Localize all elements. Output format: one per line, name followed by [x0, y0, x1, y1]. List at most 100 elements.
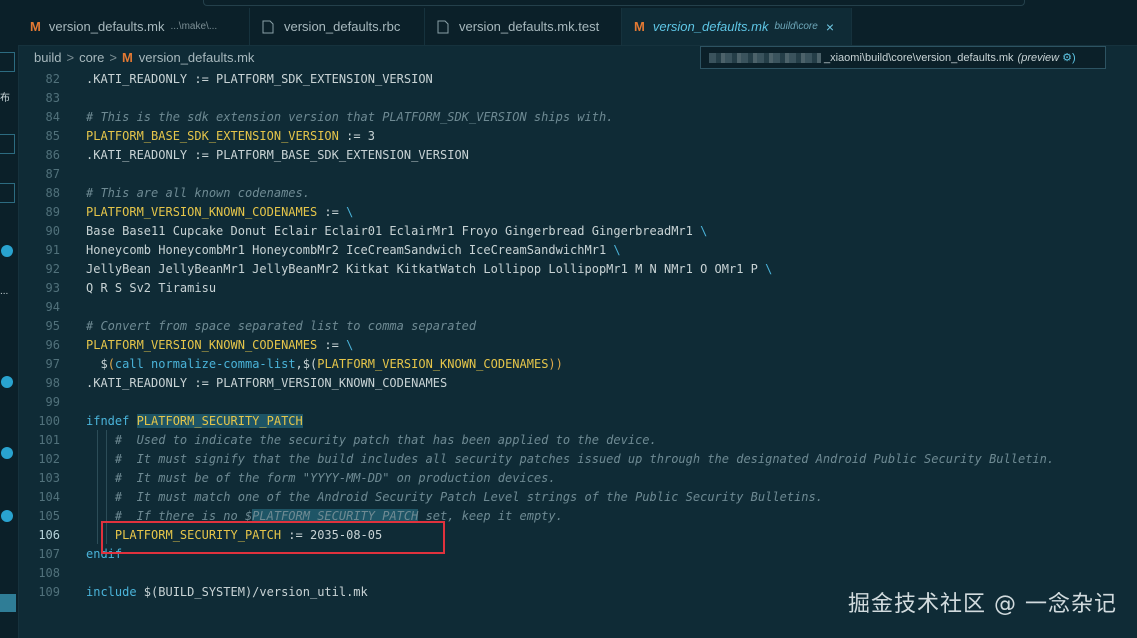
blurred-path — [709, 52, 821, 63]
makefile-icon: M — [30, 19, 41, 34]
gear-icon[interactable]: ⚙) — [1062, 51, 1076, 64]
tab-title: version_defaults.rbc — [284, 19, 401, 34]
line-code: # This is the sdk extension version that… — [86, 108, 613, 127]
activity-box[interactable] — [0, 183, 15, 203]
code-token: # It must signify that the build include… — [86, 452, 1055, 466]
code-line[interactable]: 97 $(call normalize-comma-list,$(PLATFOR… — [18, 355, 1137, 374]
activity-label: ... — [0, 286, 9, 297]
code-token: # Convert from space separated list to c… — [86, 319, 477, 333]
code-token: # This is the sdk extension version that… — [86, 110, 614, 124]
line-code: include $(BUILD_SYSTEM)/version_util.mk — [86, 583, 368, 602]
line-code: # It must signify that the build include… — [86, 450, 1054, 469]
line-code: .KATI_READONLY := PLATFORM_VERSION_KNOWN… — [86, 374, 447, 393]
code-token: # This are all known codenames. — [86, 186, 310, 200]
account-icon[interactable] — [1, 510, 13, 522]
code-line[interactable]: 103 # It must be of the form "YYYY-MM-DD… — [18, 469, 1137, 488]
tab-version-defaults-rbc[interactable]: version_defaults.rbc — [250, 8, 425, 45]
activity-box[interactable] — [0, 52, 15, 72]
code-line[interactable]: 101 # Used to indicate the security patc… — [18, 431, 1137, 450]
tab-hint: build\core — [774, 21, 818, 32]
tab-version-defaults-mk-test[interactable]: version_defaults.mk.test — [425, 8, 622, 45]
line-number: 96 — [45, 338, 60, 352]
code-line[interactable]: 88 # This are all known codenames. — [18, 184, 1137, 203]
line-code: Base Base11 Cupcake Donut Eclair Eclair0… — [86, 222, 707, 241]
line-number: 105 — [38, 509, 60, 523]
code-token: PLATFORM_SECURITY_PATCH — [136, 414, 303, 428]
code-token: include — [86, 585, 144, 599]
tab-version-defaults-core[interactable]: M version_defaults.mk build\core × — [622, 8, 852, 45]
code-line[interactable]: 94 — [18, 298, 1137, 317]
breadcrumb-item-build[interactable]: build — [34, 50, 61, 65]
line-code: # Convert from space separated list to c… — [86, 317, 476, 336]
code-line[interactable]: 87 — [18, 165, 1137, 184]
code-token: := — [317, 205, 347, 219]
tooltip-path: _xiaomi\build\core\version_defaults.mk — [824, 51, 1014, 64]
account-icon[interactable] — [1, 245, 13, 257]
line-number: 99 — [45, 395, 60, 409]
code-token: PLATFORM_BASE_SDK_EXTENSION_VERSION — [86, 129, 339, 143]
code-token: ( — [107, 357, 115, 371]
code-token: PLATFORM_VERSION_KNOWN_CODENAMES — [86, 205, 318, 219]
code-line[interactable]: 108 — [18, 564, 1137, 583]
code-line[interactable]: 90 Base Base11 Cupcake Donut Eclair Eclai… — [18, 222, 1137, 241]
line-code: # Used to indicate the security patch th… — [86, 431, 657, 450]
activity-box[interactable] — [0, 134, 15, 154]
command-center[interactable] — [203, 0, 1025, 6]
code-token: .KATI_READONLY := PLATFORM_VERSION_KNOWN… — [86, 376, 448, 390]
code-token: call normalize-comma-list — [114, 357, 296, 371]
line-code: # It must be of the form "YYYY-MM-DD" on… — [86, 469, 556, 488]
makefile-icon: M — [634, 19, 645, 34]
line-code: PLATFORM_BASE_SDK_EXTENSION_VERSION := 3 — [86, 127, 375, 146]
account-icon[interactable] — [1, 447, 13, 459]
line-code: JellyBean JellyBeanMr1 JellyBeanMr2 Kitk… — [86, 260, 772, 279]
account-icon[interactable] — [1, 376, 13, 388]
line-number: 100 — [38, 414, 60, 428]
tab-hint: ...\make\... — [170, 21, 218, 32]
breadcrumb-item-file[interactable]: version_defaults.mk — [139, 50, 255, 65]
code-token: ,$( — [295, 357, 318, 371]
breadcrumb-item-core[interactable]: core — [79, 50, 104, 65]
activity-selected[interactable] — [0, 594, 16, 612]
code-token: $ — [86, 357, 108, 371]
code-line[interactable]: 82 .KATI_READONLY := PLATFORM_SDK_EXTENSI… — [18, 70, 1137, 89]
chevron-right-icon: > — [109, 49, 117, 65]
code-token: .KATI_READONLY := PLATFORM_SDK_EXTENSION… — [86, 72, 433, 86]
code-line[interactable]: 95 # Convert from space separated list to… — [18, 317, 1137, 336]
code-line[interactable]: 91 Honeycomb HoneycombMr1 HoneycombMr2 Ic… — [18, 241, 1137, 260]
close-icon[interactable]: × — [826, 19, 834, 35]
code-token: \ — [346, 338, 354, 352]
line-number: 108 — [38, 566, 60, 580]
code-token: # It must be of the form "YYYY-MM-DD" on… — [86, 471, 556, 485]
line-number: 90 — [45, 224, 60, 238]
line-number: 106 — [38, 528, 60, 542]
code-line[interactable]: 102 # It must signify that the build inc… — [18, 450, 1137, 469]
line-number: 94 — [45, 300, 60, 314]
code-line[interactable]: 84 # This is the sdk extension version th… — [18, 108, 1137, 127]
line-number: 91 — [45, 243, 60, 257]
code-token: Base Base11 Cupcake Donut Eclair Eclair0… — [86, 224, 701, 238]
line-code: # This are all known codenames. — [86, 184, 310, 203]
code-line[interactable]: 100 ifndef PLATFORM_SECURITY_PATCH — [18, 412, 1137, 431]
code-line[interactable]: 89 PLATFORM_VERSION_KNOWN_CODENAMES := \ — [18, 203, 1137, 222]
code-line[interactable]: 99 — [18, 393, 1137, 412]
code-line[interactable]: 93 Q R S Sv2 Tiramisu — [18, 279, 1137, 298]
watermark: 掘金技术社区 @ 一念杂记 — [848, 592, 1117, 617]
line-number: 87 — [45, 167, 60, 181]
tab-title: version_defaults.mk — [652, 19, 769, 34]
code-line[interactable]: 98 .KATI_READONLY := PLATFORM_VERSION_KNO… — [18, 374, 1137, 393]
code-token: \ — [765, 262, 773, 276]
code-line[interactable]: 96 PLATFORM_VERSION_KNOWN_CODENAMES := \ — [18, 336, 1137, 355]
code-token: # Used to indicate the security patch th… — [86, 433, 657, 447]
highlight-box — [101, 521, 445, 554]
code-line[interactable]: 85 PLATFORM_BASE_SDK_EXTENSION_VERSION :=… — [18, 127, 1137, 146]
code-line[interactable]: 83 — [18, 89, 1137, 108]
line-code: Q R S Sv2 Tiramisu — [86, 279, 216, 298]
tab-version-defaults-make[interactable]: M version_defaults.mk ...\make\... — [18, 8, 250, 45]
code-line[interactable]: 86 .KATI_READONLY := PLATFORM_BASE_SDK_EX… — [18, 146, 1137, 165]
code-line[interactable]: 92 JellyBean JellyBeanMr1 JellyBeanMr2 Ki… — [18, 260, 1137, 279]
line-code: PLATFORM_VERSION_KNOWN_CODENAMES := \ — [86, 336, 353, 355]
code-line[interactable]: 104 # It must match one of the Android S… — [18, 488, 1137, 507]
chevron-right-icon: > — [66, 49, 75, 65]
line-number: 88 — [45, 186, 60, 200]
code-token: PLATFORM_VERSION_KNOWN_CODENAMES — [86, 338, 318, 352]
